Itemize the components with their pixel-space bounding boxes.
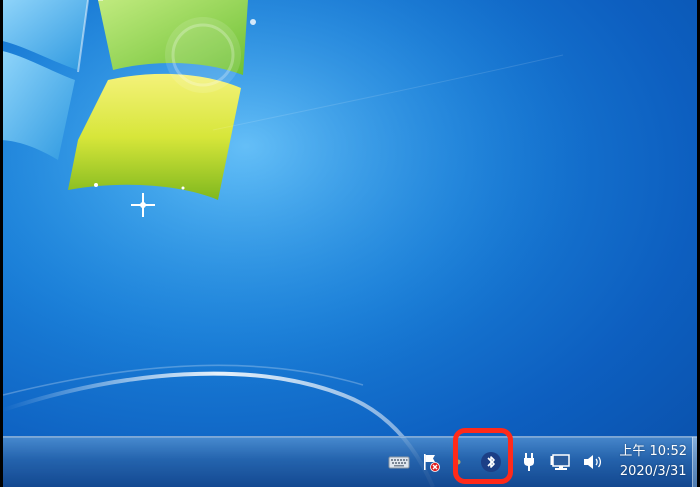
taskbar-clock[interactable]: 上午 10:52 2020/3/31 xyxy=(619,442,687,482)
windows-7-wallpaper xyxy=(3,0,697,487)
clock-time: 上午 10:52 xyxy=(619,444,687,459)
power-plug-icon[interactable] xyxy=(517,450,541,474)
taskbar: 上午 10:52 2020/3/31 xyxy=(3,436,697,487)
network-icon[interactable] xyxy=(549,450,573,474)
keyboard-icon[interactable] xyxy=(387,450,411,474)
volume-icon[interactable] xyxy=(581,450,605,474)
system-tray: 上午 10:52 2020/3/31 xyxy=(383,437,689,487)
clock-date: 2020/3/31 xyxy=(619,464,687,479)
bluetooth-icon-highlight xyxy=(453,428,513,484)
action-center-flag-icon[interactable] xyxy=(419,450,443,474)
show-desktop-button[interactable] xyxy=(692,437,697,487)
desktop-screen: 上午 10:52 2020/3/31 xyxy=(3,0,697,487)
